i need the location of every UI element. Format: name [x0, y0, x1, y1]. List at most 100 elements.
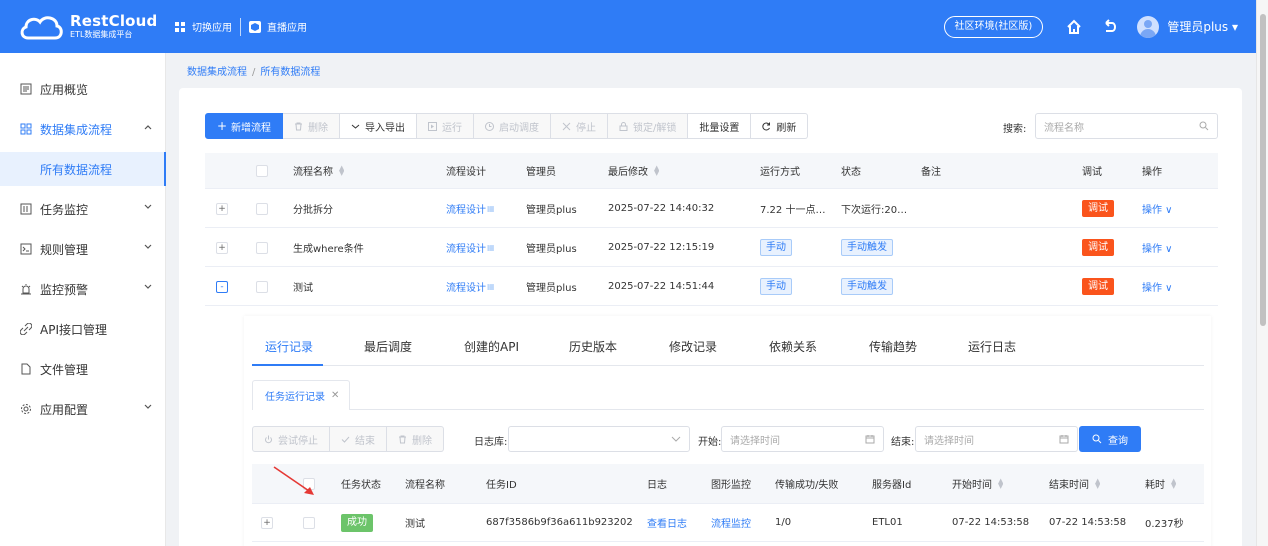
- flow-monitor-link[interactable]: 流程监控: [711, 504, 751, 541]
- search-icon: [1199, 121, 1209, 131]
- tab-created-api[interactable]: 创建的API: [464, 338, 519, 355]
- sidebar-item-rules[interactable]: 规则管理: [0, 229, 166, 269]
- chevron-down-icon: [671, 436, 681, 442]
- logo[interactable]: RestCloud ETL数据集成平台: [0, 12, 166, 42]
- delete-button[interactable]: 删除: [283, 113, 340, 139]
- start-time-picker[interactable]: 请选择时间: [721, 426, 884, 452]
- search-input[interactable]: 流程名称: [1035, 113, 1218, 139]
- debug-button[interactable]: 调试: [1082, 200, 1114, 217]
- end-button[interactable]: 结束: [330, 426, 387, 452]
- subtab-task-run-records[interactable]: 任务运行记录 ✕: [252, 380, 350, 410]
- tab-transfer-trend[interactable]: 传输趋势: [869, 338, 917, 355]
- switch-app-button[interactable]: 切换应用: [166, 17, 240, 37]
- tab-change-log[interactable]: 修改记录: [669, 338, 717, 355]
- lock-unlock-button[interactable]: 锁定/解锁: [608, 113, 689, 139]
- col-transfer: 传输成功/失败: [775, 480, 839, 491]
- new-flow-button[interactable]: + 新增流程: [205, 113, 283, 139]
- flow-toolbar: + 新增流程 删除 导入导出 运行 启动调度 停止 锁定/解锁 批量设置 刷新: [205, 113, 809, 139]
- sidebar-item-alerts[interactable]: 监控预警: [0, 269, 166, 309]
- grid-icon: ▦: [487, 204, 495, 213]
- file-icon: [21, 363, 31, 375]
- tab-dependencies[interactable]: 依赖关系: [769, 338, 817, 355]
- run-button[interactable]: 运行: [417, 113, 474, 139]
- expand-record-button[interactable]: +: [261, 516, 273, 529]
- table-row[interactable]: + 成功 测试 687f3586b9f36a611b923202 查看日志 流程…: [252, 504, 1204, 542]
- sort-icon[interactable]: ▲ ▼: [654, 164, 659, 176]
- sidebar-item-label: 规则管理: [40, 242, 89, 257]
- try-stop-button[interactable]: 尝试停止: [252, 426, 330, 452]
- start-time-label: 开始:: [698, 437, 722, 448]
- query-button[interactable]: 查询: [1079, 426, 1141, 452]
- col-run-mode: 运行方式: [760, 167, 800, 178]
- sort-icon[interactable]: ▲ ▼: [998, 477, 1003, 489]
- stop-button[interactable]: 停止: [551, 113, 608, 139]
- flow-design-link[interactable]: 流程设计 ▦: [446, 190, 495, 227]
- current-app-button[interactable]: 直播应用: [241, 17, 315, 37]
- record-cost: 0.237秒: [1145, 519, 1184, 530]
- row-checkbox[interactable]: [256, 280, 268, 293]
- scrollbar-thumb[interactable]: [1260, 14, 1266, 326]
- table-row[interactable]: + 分批拆分 流程设计 ▦ 管理员plus 2025-07-22 14:40:32…: [205, 190, 1218, 228]
- col-modified: 最后修改 ▲ ▼: [608, 153, 659, 188]
- page-scrollbar[interactable]: [1256, 0, 1268, 546]
- sidebar-item-task-monitor[interactable]: 任务监控: [0, 189, 166, 229]
- back-icon[interactable]: [1101, 18, 1119, 36]
- flow-design-label: 流程设计: [446, 283, 486, 294]
- logo-subtitle: ETL数据集成平台: [70, 30, 133, 39]
- row-checkbox[interactable]: [256, 241, 268, 254]
- import-export-button[interactable]: 导入导出: [340, 113, 417, 139]
- sidebar-item-overview[interactable]: 应用概览: [0, 69, 166, 109]
- debug-button[interactable]: 调试: [1082, 278, 1114, 295]
- debug-button[interactable]: 调试: [1082, 239, 1114, 256]
- collapse-row-button[interactable]: -: [216, 280, 228, 293]
- log-db-select[interactable]: [508, 426, 690, 452]
- record-checkbox[interactable]: [303, 516, 315, 529]
- tab-run-records[interactable]: 运行记录: [265, 338, 313, 355]
- start-schedule-button[interactable]: 启动调度: [474, 113, 551, 139]
- user-avatar[interactable]: [1137, 15, 1160, 38]
- flow-design-link[interactable]: 流程设计 ▦: [446, 229, 495, 266]
- end-time-picker[interactable]: 请选择时间: [915, 426, 1078, 452]
- sidebar-item-data-flow[interactable]: 数据集成流程: [0, 109, 166, 149]
- select-all-checkbox[interactable]: [256, 164, 268, 177]
- flow-owner: 管理员plus: [526, 244, 577, 255]
- sidebar-item-files[interactable]: 文件管理: [0, 349, 166, 389]
- flow-design-link[interactable]: 流程设计 ▦: [446, 268, 495, 305]
- breadcrumb-root[interactable]: 数据集成流程: [187, 67, 247, 78]
- ops-dropdown[interactable]: 操作 ∨: [1142, 190, 1173, 227]
- tab-history-versions[interactable]: 历史版本: [569, 338, 617, 355]
- expand-row-button[interactable]: +: [216, 202, 228, 215]
- view-log-link[interactable]: 查看日志: [647, 504, 687, 541]
- col-start-time-label: 开始时间: [952, 480, 992, 491]
- environment-badge[interactable]: 社区环境(社区版): [943, 15, 1044, 38]
- delete-record-button[interactable]: 删除: [387, 426, 444, 452]
- start-time-placeholder: 请选择时间: [730, 435, 780, 447]
- sidebar-item-label: 文件管理: [40, 362, 89, 377]
- refresh-button[interactable]: 刷新: [751, 113, 809, 139]
- ops-dropdown[interactable]: 操作 ∨: [1142, 229, 1173, 266]
- sort-icon[interactable]: ▲ ▼: [339, 164, 344, 176]
- sidebar-item-all-flows[interactable]: 所有数据流程: [0, 152, 166, 186]
- expand-row-button[interactable]: +: [216, 241, 228, 254]
- col-log: 日志: [647, 480, 667, 491]
- ops-dropdown[interactable]: 操作 ∨: [1142, 268, 1173, 305]
- sidebar-item-api[interactable]: API接口管理: [0, 309, 166, 349]
- close-icon[interactable]: ✕: [331, 390, 339, 401]
- user-menu[interactable]: 管理员plus ▾: [1167, 18, 1238, 35]
- batch-settings-button[interactable]: 批量设置: [688, 113, 752, 139]
- check-icon: [341, 436, 350, 443]
- table-row[interactable]: - 测试 流程设计 ▦ 管理员plus 2025-07-22 14:51:44 手…: [205, 268, 1218, 306]
- power-icon: [265, 435, 272, 443]
- row-checkbox[interactable]: [256, 202, 268, 215]
- home-icon[interactable]: [1065, 18, 1083, 36]
- tab-last-schedule[interactable]: 最后调度: [364, 338, 412, 355]
- col-cost: 耗时 ▲ ▼: [1145, 464, 1176, 503]
- tab-run-log[interactable]: 运行日志: [968, 338, 1016, 355]
- delete-record-label: 删除: [412, 435, 432, 447]
- sidebar-item-app-config[interactable]: 应用配置: [0, 389, 166, 429]
- table-row[interactable]: + 生成where条件 流程设计 ▦ 管理员plus 2025-07-22 12:…: [205, 229, 1218, 267]
- try-stop-label: 尝试停止: [278, 435, 318, 447]
- sort-icon[interactable]: ▲ ▼: [1095, 477, 1100, 489]
- flow-name: 分批拆分: [293, 205, 333, 216]
- sort-icon[interactable]: ▲ ▼: [1171, 477, 1176, 489]
